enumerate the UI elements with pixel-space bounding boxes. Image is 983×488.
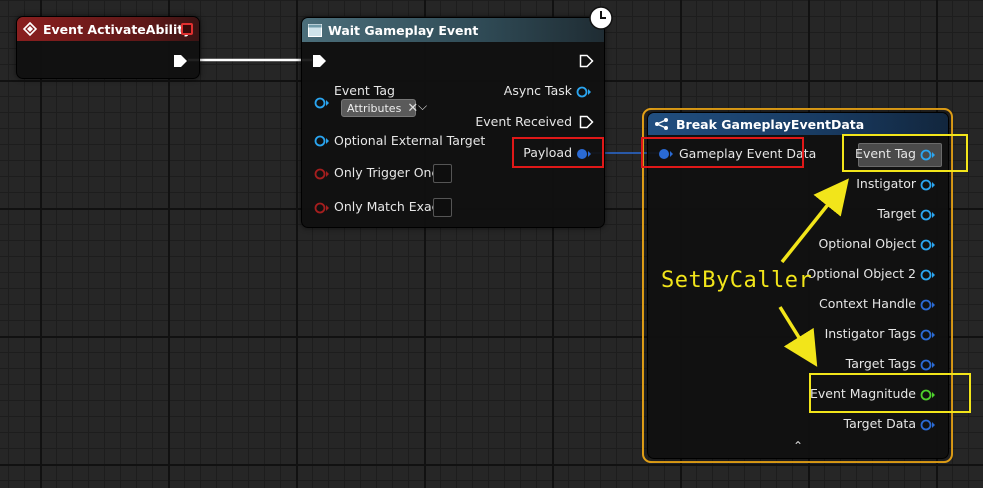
event-tag-pin[interactable] <box>314 96 330 110</box>
break-output-label: Target <box>877 206 916 221</box>
break-output-pin[interactable] <box>920 268 936 282</box>
event-magnitude-highlight <box>809 373 971 413</box>
clear-tag-icon[interactable]: ✕ <box>407 101 418 116</box>
function-icon <box>308 23 322 37</box>
only-trigger-once-pin[interactable] <box>314 167 330 181</box>
wait-node-title: Wait Gameplay Event <box>328 22 479 38</box>
event-received-exec-pin[interactable] <box>579 115 595 129</box>
break-output-label: Instigator Tags <box>824 326 916 341</box>
only-trigger-once-label: Only Trigger Once <box>334 165 447 180</box>
exec-out-pin[interactable] <box>173 54 189 68</box>
event-received-label: Event Received <box>475 114 572 129</box>
break-output-pin[interactable] <box>920 208 936 222</box>
break-output-label: Target Data <box>843 416 917 431</box>
optional-external-target-pin[interactable] <box>314 134 330 148</box>
break-output-pin[interactable] <box>920 358 936 372</box>
only-match-exact-checkbox[interactable] <box>433 198 452 217</box>
only-match-exact-pin[interactable] <box>314 201 330 215</box>
wait-node-header[interactable]: Wait Gameplay Event <box>302 18 604 42</box>
async-task-pin[interactable] <box>576 85 592 99</box>
break-output-label: Context Handle <box>818 296 916 311</box>
gameplay-event-data-highlight <box>641 137 804 168</box>
blueprint-graph[interactable]: Event ActivateAbility Wait Gameplay Even… <box>0 0 983 488</box>
event-activate-ability-node[interactable]: Event ActivateAbility <box>16 16 200 79</box>
only-match-exact-label: Only Match Exact <box>334 199 444 214</box>
optional-external-target-label: Optional External Target <box>334 133 486 148</box>
event-tag-highlight <box>842 134 968 172</box>
event-node-header[interactable]: Event ActivateAbility <box>17 17 199 41</box>
break-output-label: Optional Object <box>818 236 916 251</box>
delegate-pin-icon[interactable] <box>181 23 193 35</box>
break-output-pin[interactable] <box>920 178 936 192</box>
wait-gameplay-event-node[interactable]: Wait Gameplay Event Event Tag Attributes… <box>301 6 613 228</box>
setbycaller-annotation: SetByCaller <box>661 268 813 293</box>
break-output-pin[interactable] <box>920 418 936 432</box>
clock-icon <box>589 6 613 30</box>
break-output-label: Optional Object 2 <box>806 266 916 281</box>
break-output-label: Target Tags <box>845 356 916 371</box>
break-output-pin[interactable] <box>920 298 936 312</box>
chevron-up-icon[interactable]: ⌃ <box>793 439 803 453</box>
event-tag-value: Attributes <box>347 101 402 115</box>
event-node-title: Event ActivateAbility <box>43 21 192 37</box>
break-output-pin[interactable] <box>920 328 936 342</box>
break-node-title: Break GameplayEventData <box>676 116 865 132</box>
exec-in-pin[interactable] <box>312 54 328 68</box>
break-output-pin[interactable] <box>920 238 936 252</box>
only-trigger-once-checkbox[interactable] <box>433 164 452 183</box>
break-output-label: Instigator <box>856 176 916 191</box>
chevron-down-icon[interactable]: ⌵ <box>418 99 427 114</box>
async-task-label: Async Task <box>503 83 572 98</box>
payload-highlight <box>512 137 604 168</box>
break-struct-icon <box>655 118 668 130</box>
event-tag-label: Event Tag <box>334 83 395 98</box>
event-tag-chip[interactable]: Attributes ✕ <box>341 99 418 117</box>
event-diamond-icon <box>23 22 37 36</box>
break-node-header[interactable]: Break GameplayEventData <box>648 113 948 135</box>
exec-then-pin[interactable] <box>579 54 595 68</box>
